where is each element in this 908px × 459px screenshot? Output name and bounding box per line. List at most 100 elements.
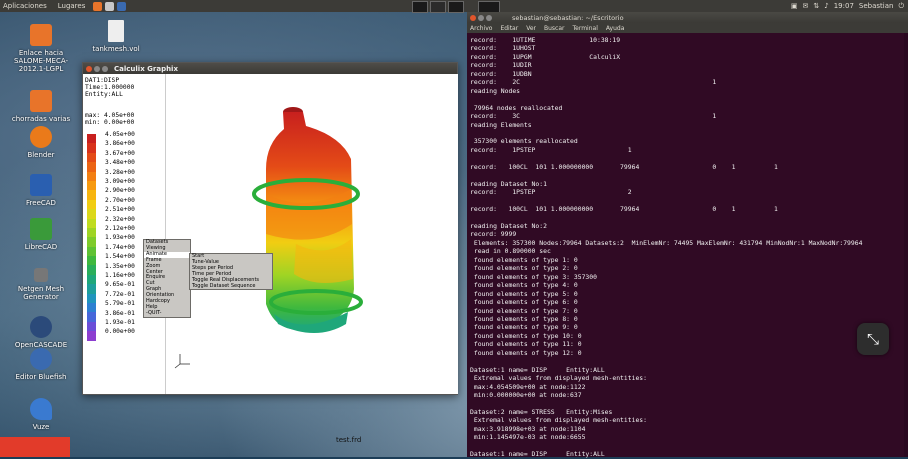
legend-swatch: [87, 190, 96, 200]
info-panel: DAT1:DISP Time:1.000000 Entity:ALL max: …: [83, 74, 165, 394]
desktop-icon-tankmesh[interactable]: tankmesh.vol: [80, 20, 152, 53]
min-value: min: 0.00e+00: [85, 119, 135, 126]
terminal-line: found elements of type 3: 357300: [470, 272, 597, 281]
help-icon[interactable]: [117, 1, 127, 11]
context-menu-item[interactable]: -QUIT-: [144, 310, 190, 317]
desktop-icon-blender[interactable]: Blender: [5, 126, 77, 159]
terminal-line: reading Dataset No:1: [470, 179, 547, 188]
legend-swatch: [87, 143, 96, 153]
desktop-icon-salome-link[interactable]: Enlace hacia SALOME-MECA-2012.1-LGPL: [5, 24, 77, 73]
indicator-icon[interactable]: ▣: [791, 2, 798, 10]
legend-swatch: [87, 321, 96, 332]
window-titlebar[interactable]: Calculix Graphix: [83, 63, 457, 74]
netgen-icon: [34, 268, 48, 282]
submenu-item[interactable]: Toggle Dataset Sequence: [190, 283, 272, 290]
terminal-line: read in 0.890000 sec: [470, 247, 551, 256]
desktop-icon-bluefish[interactable]: Editor Bluefish: [5, 348, 77, 381]
desktop-icon-netgen[interactable]: Netgen Mesh Generator: [5, 268, 77, 301]
legend-swatch: [87, 209, 96, 219]
legend-swatch: [87, 293, 96, 304]
terminal-window: sebastian@sebastian: ~/Escritorio Archiv…: [467, 12, 908, 459]
terminal-line: found elements of type 9: 0: [470, 323, 578, 332]
desktop-icon-opencascade[interactable]: OpenCASCADE: [5, 316, 77, 349]
terminal-line: found elements of type 5: 0: [470, 289, 578, 298]
terminal-line: record: 9999: [470, 230, 517, 239]
terminal-line: record: 1UPGM CalculiX: [470, 52, 621, 61]
desktop-icon-vuze[interactable]: Vuze: [5, 398, 77, 431]
desktop-icon-freecad[interactable]: FreeCAD: [5, 174, 77, 207]
legend-swatch: [87, 331, 96, 341]
firefox-icon[interactable]: [93, 1, 103, 11]
legend-value: 1.16e+00: [105, 272, 135, 279]
desktop-icon-chorradas[interactable]: chorradas varias: [5, 90, 77, 123]
workspace-thumbnail-3[interactable]: [448, 1, 464, 13]
legend-swatch: [87, 284, 96, 294]
minimize-icon[interactable]: [478, 14, 484, 21]
legend-swatch: [87, 246, 96, 257]
power-icon[interactable]: ⏻: [898, 2, 904, 11]
legend-value: 2.70e+00: [105, 196, 135, 204]
menu-help[interactable]: Ayuda: [606, 25, 625, 32]
minimize-icon[interactable]: [94, 65, 100, 72]
legend-value: 3.86e+00: [105, 140, 135, 148]
terminal-title: sebastian@sebastian: ~/Escritorio: [512, 13, 624, 22]
legend-value: 3.86e-01: [105, 309, 135, 317]
overlay-app-button[interactable]: ⤡: [857, 323, 889, 355]
terminal-line: Dataset:1 name= DISP Entity:ALL: [470, 450, 605, 459]
axis-triad-icon: [174, 354, 190, 369]
clock[interactable]: 19:07: [834, 2, 854, 10]
legend-value: 2.51e+00: [105, 206, 135, 214]
legend-swatch: [87, 227, 96, 238]
context-menu[interactable]: Datasets Viewing Animate Frame Zoom Center Enq…: [143, 239, 191, 318]
user-menu[interactable]: Sebastian: [859, 2, 894, 10]
screen-capture-icon: ⤡: [866, 330, 879, 348]
terminal-output[interactable]: record: 1UTIME 10:38:19 record: 1UHOST rec…: [470, 36, 862, 459]
maximize-icon[interactable]: [102, 65, 108, 72]
mail-icon[interactable]: ✉: [803, 2, 809, 10]
legend-swatch: [87, 218, 96, 228]
terminal-line: record: 3C 1: [470, 112, 717, 121]
terminal-line: max:3.918998e+03 at node:1104: [470, 424, 586, 433]
workspace-thumbnail-1[interactable]: [412, 1, 428, 13]
terminal-line: max:4.054509e+00 at node:1122: [470, 382, 586, 391]
menu-search[interactable]: Buscar: [544, 25, 565, 32]
terminal-line: record: 1UDBN: [470, 69, 532, 78]
partially-visible-icon[interactable]: [0, 437, 70, 457]
email-icon[interactable]: [105, 1, 115, 11]
legend-swatch: [87, 303, 96, 313]
menu-edit[interactable]: Editar: [500, 25, 518, 32]
menu-terminal[interactable]: Terminal: [573, 25, 598, 32]
maximize-icon[interactable]: [486, 14, 492, 21]
top-panel: Aplicaciones Lugares ▣ ✉ ⇅ ♪ 19:07 Sebas…: [0, 0, 908, 13]
terminal-line: Extremal values from displayed mesh-enti…: [470, 416, 647, 425]
legend-value: 1.74e+00: [105, 243, 135, 251]
render-viewport[interactable]: test.frd: [165, 74, 458, 444]
librecad-icon: [30, 218, 52, 240]
terminal-line: found elements of type 6: 0: [470, 298, 578, 307]
menu-applications[interactable]: Aplicaciones: [3, 2, 47, 10]
menu-places[interactable]: Lugares: [58, 2, 86, 10]
workspace-thumbnail-2[interactable]: [430, 1, 446, 13]
network-icon[interactable]: ⇅: [813, 2, 819, 10]
animate-submenu[interactable]: Start Tune-Value Steps per Period Time per …: [189, 253, 273, 291]
menu-view[interactable]: Ver: [526, 25, 536, 32]
legend-swatch: [87, 256, 96, 266]
terminal-line: record: 1PSTEP 1: [470, 145, 632, 154]
volume-icon[interactable]: ♪: [824, 2, 828, 10]
terminal-line: Dataset:1 name= DISP Entity:ALL: [470, 365, 605, 374]
terminal-titlebar[interactable]: sebastian@sebastian: ~/Escritorio: [467, 12, 908, 23]
close-icon[interactable]: [470, 14, 476, 21]
legend-swatch: [87, 237, 96, 247]
desktop-icon-librecad[interactable]: LibreCAD: [5, 218, 77, 251]
legend-value: 1.93e-01: [105, 319, 135, 326]
terminal-scrollbar[interactable]: [904, 33, 908, 457]
color-legend-bar: [87, 134, 96, 341]
close-icon[interactable]: [86, 65, 92, 72]
fem-model-render: [174, 107, 363, 369]
terminal-line: record: 1UDIR: [470, 61, 532, 70]
menu-file[interactable]: Archivo: [470, 25, 492, 32]
